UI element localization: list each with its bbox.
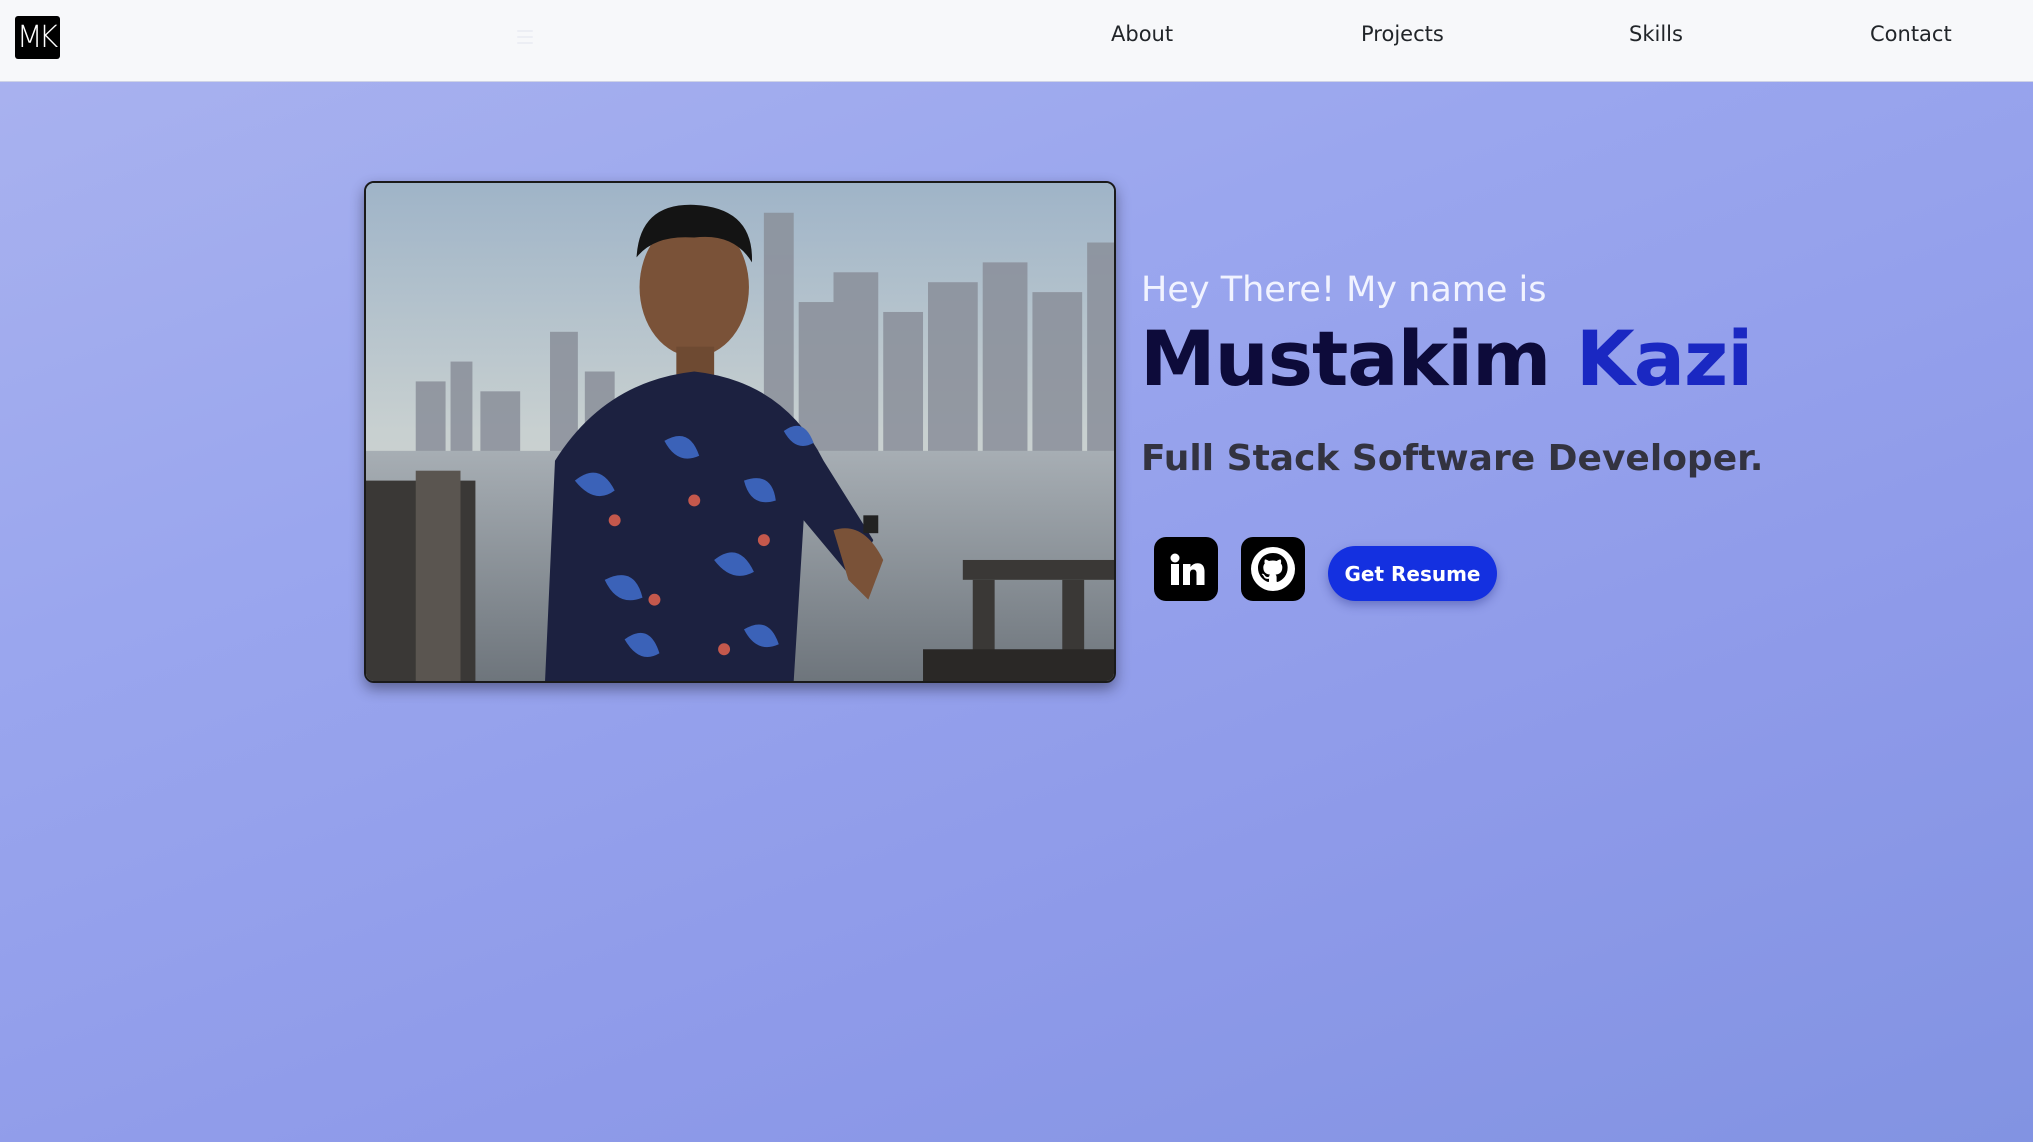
nav-link-about[interactable]: About <box>1111 22 1173 46</box>
linkedin-link[interactable] <box>1154 537 1218 601</box>
github-link[interactable] <box>1241 537 1305 601</box>
greeting-text: Hey There! My name is <box>1141 270 1547 310</box>
first-name: Mustakim <box>1140 314 1551 403</box>
nav-link-contact[interactable]: Contact <box>1870 22 1952 46</box>
nav-link-skills[interactable]: Skills <box>1629 22 1683 46</box>
logo[interactable]: MK <box>15 16 60 59</box>
hero-name: Mustakim Kazi <box>1140 314 1753 403</box>
linkedin-icon <box>1165 548 1207 590</box>
role-title: Full Stack Software Developer. <box>1141 438 1764 479</box>
nav-link-projects[interactable]: Projects <box>1361 22 1444 46</box>
navbar: MK About Projects Skills Contact <box>0 0 2033 82</box>
get-resume-button[interactable]: Get Resume <box>1328 546 1497 601</box>
menu-toggle-icon[interactable] <box>517 30 533 44</box>
github-icon <box>1251 547 1295 591</box>
last-name: Kazi <box>1575 314 1753 403</box>
profile-photo <box>364 181 1116 683</box>
